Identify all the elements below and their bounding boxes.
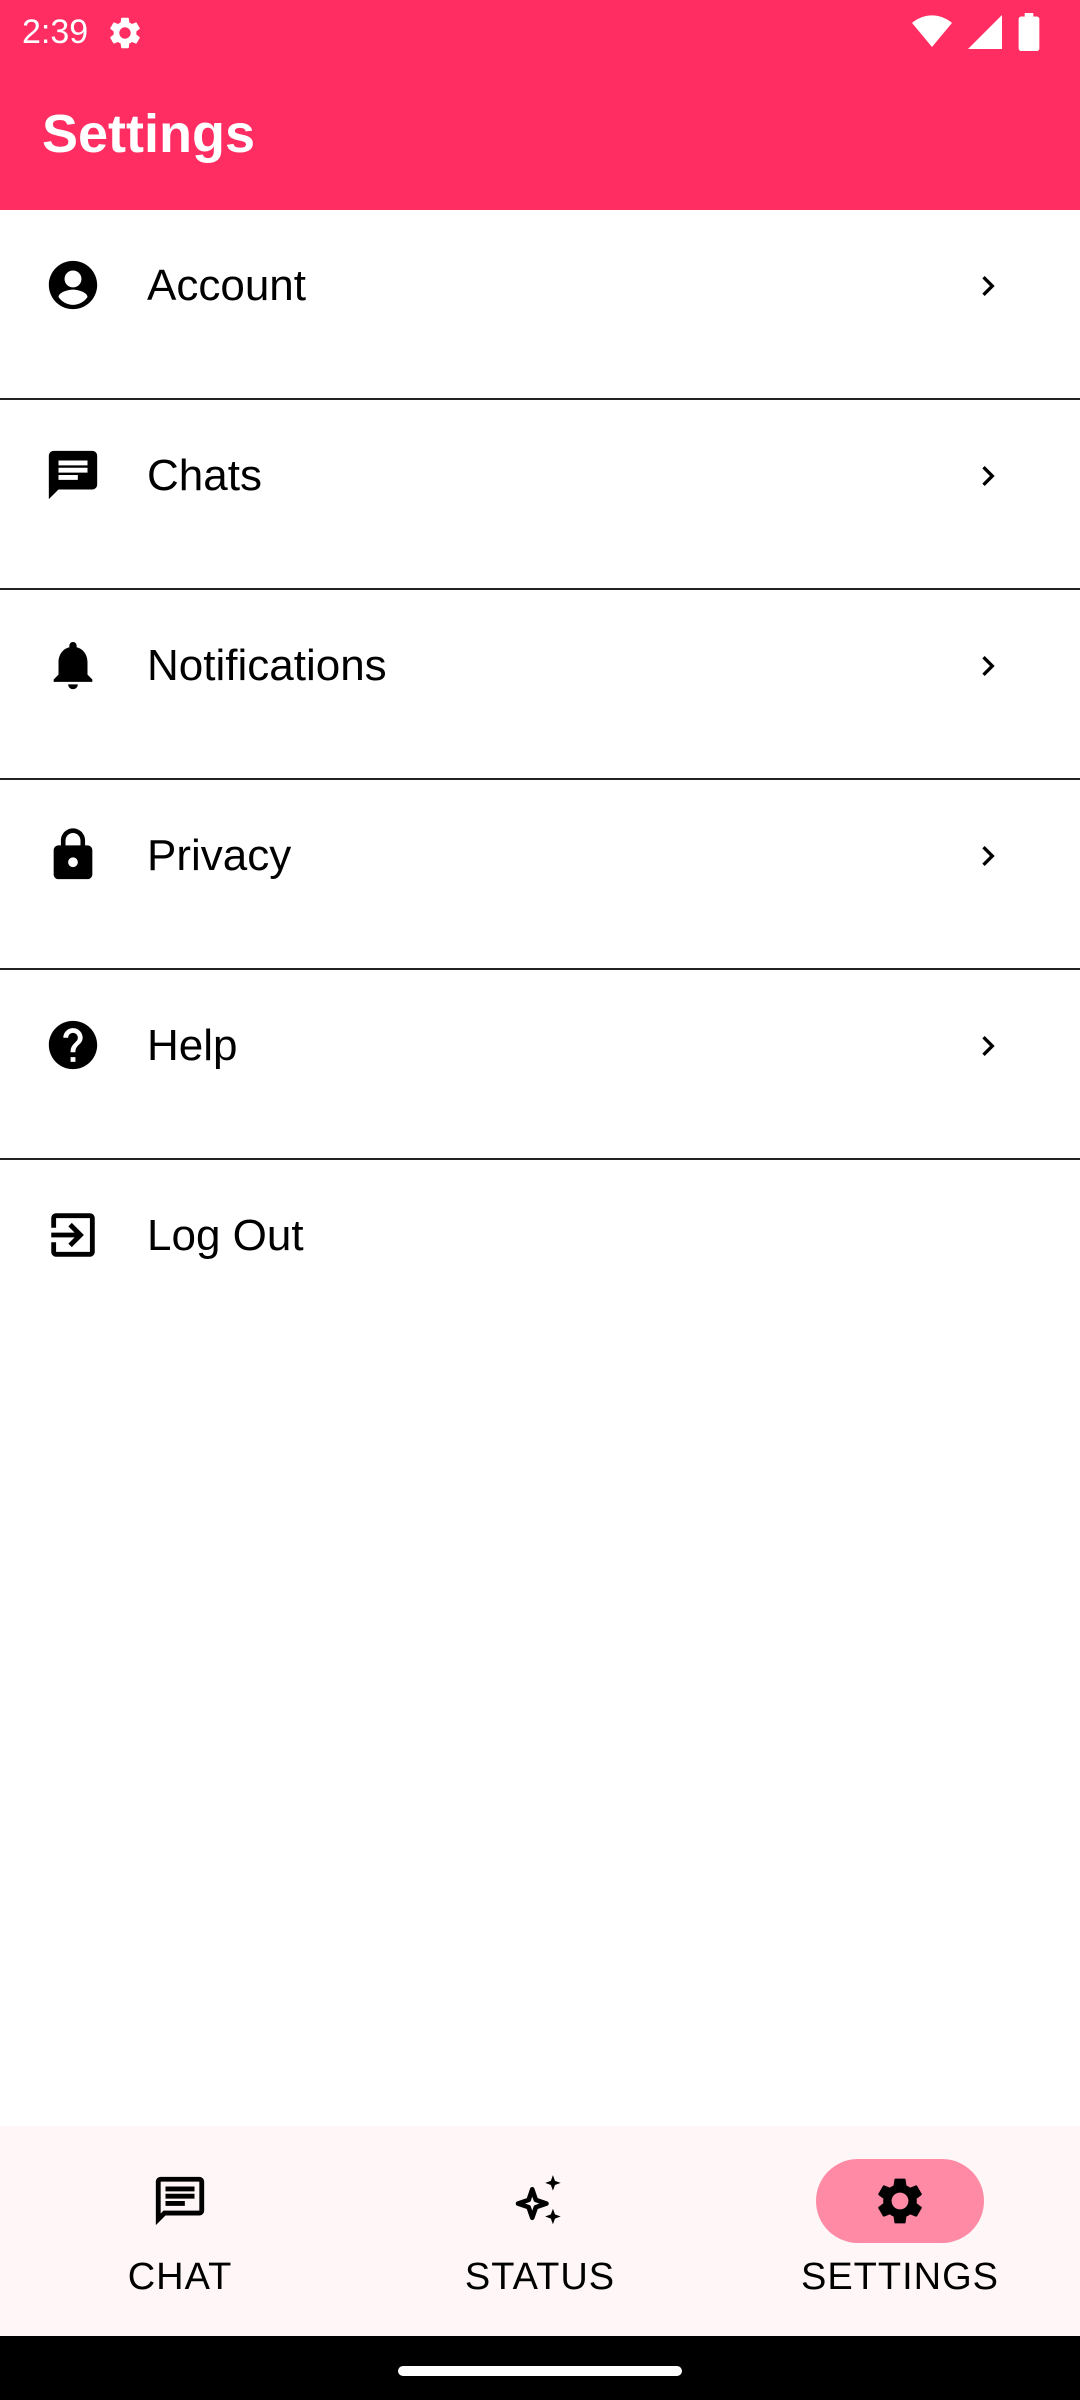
status-icons xyxy=(912,12,1040,52)
bottom-navigation: CHAT STATUS SETTINGS xyxy=(0,2126,1080,2336)
bell-icon xyxy=(53,642,93,690)
battery-icon xyxy=(1018,13,1040,51)
nav-icon-container xyxy=(456,2159,624,2243)
settings-item-notifications[interactable]: Notifications xyxy=(0,590,1080,780)
wifi-icon xyxy=(912,15,952,48)
account-circle-icon xyxy=(48,260,98,310)
signal-icon xyxy=(968,15,1002,49)
settings-item-logout[interactable]: Log Out xyxy=(0,1160,1080,1348)
gear-icon xyxy=(110,17,140,49)
gesture-handle[interactable] xyxy=(398,2366,682,2376)
settings-item-privacy[interactable]: Privacy xyxy=(0,780,1080,970)
settings-item-label: Log Out xyxy=(147,1211,304,1260)
nav-label: STATUS xyxy=(464,2256,616,2298)
chevron-right-icon xyxy=(982,276,995,296)
status-time: 2:39 xyxy=(22,13,89,51)
chevron-right-icon xyxy=(982,656,995,676)
chevron-right-icon xyxy=(982,846,995,866)
settings-item-label: Privacy xyxy=(147,831,292,880)
chevron-right-icon xyxy=(982,466,995,486)
sparkle-icon xyxy=(515,2175,561,2225)
nav-tab-status[interactable]: STATUS xyxy=(360,2126,720,2336)
nav-label: CHAT xyxy=(127,2256,233,2298)
gear-icon xyxy=(878,2178,922,2224)
lock-icon xyxy=(53,828,93,880)
page-title: Settings xyxy=(42,104,256,164)
nav-tab-settings[interactable]: SETTINGS xyxy=(720,2126,1080,2336)
app-header: 2:39 Settings xyxy=(0,0,1080,210)
nav-tab-chat[interactable]: CHAT xyxy=(0,2126,360,2336)
chat-icon xyxy=(48,450,98,500)
settings-item-help[interactable]: Help xyxy=(0,970,1080,1160)
settings-item-account[interactable]: Account xyxy=(0,210,1080,400)
nav-active-indicator xyxy=(816,2159,984,2243)
status-bar: 2:39 xyxy=(0,0,1080,64)
chat-icon xyxy=(155,2176,205,2226)
nav-icon-container xyxy=(96,2159,264,2243)
chevron-right-icon xyxy=(982,1036,995,1056)
settings-item-chats[interactable]: Chats xyxy=(0,400,1080,590)
nav-label: SETTINGS xyxy=(800,2256,1000,2298)
help-icon xyxy=(48,1020,98,1070)
settings-item-label: Notifications xyxy=(147,641,387,690)
settings-list: Account Chats Notifications Privacy Help… xyxy=(0,210,1080,1348)
settings-item-label: Chats xyxy=(147,451,262,500)
settings-item-label: Help xyxy=(147,1021,238,1070)
logout-icon xyxy=(51,1213,95,1257)
settings-item-label: Account xyxy=(147,261,306,310)
system-gesture-bar xyxy=(0,2336,1080,2400)
